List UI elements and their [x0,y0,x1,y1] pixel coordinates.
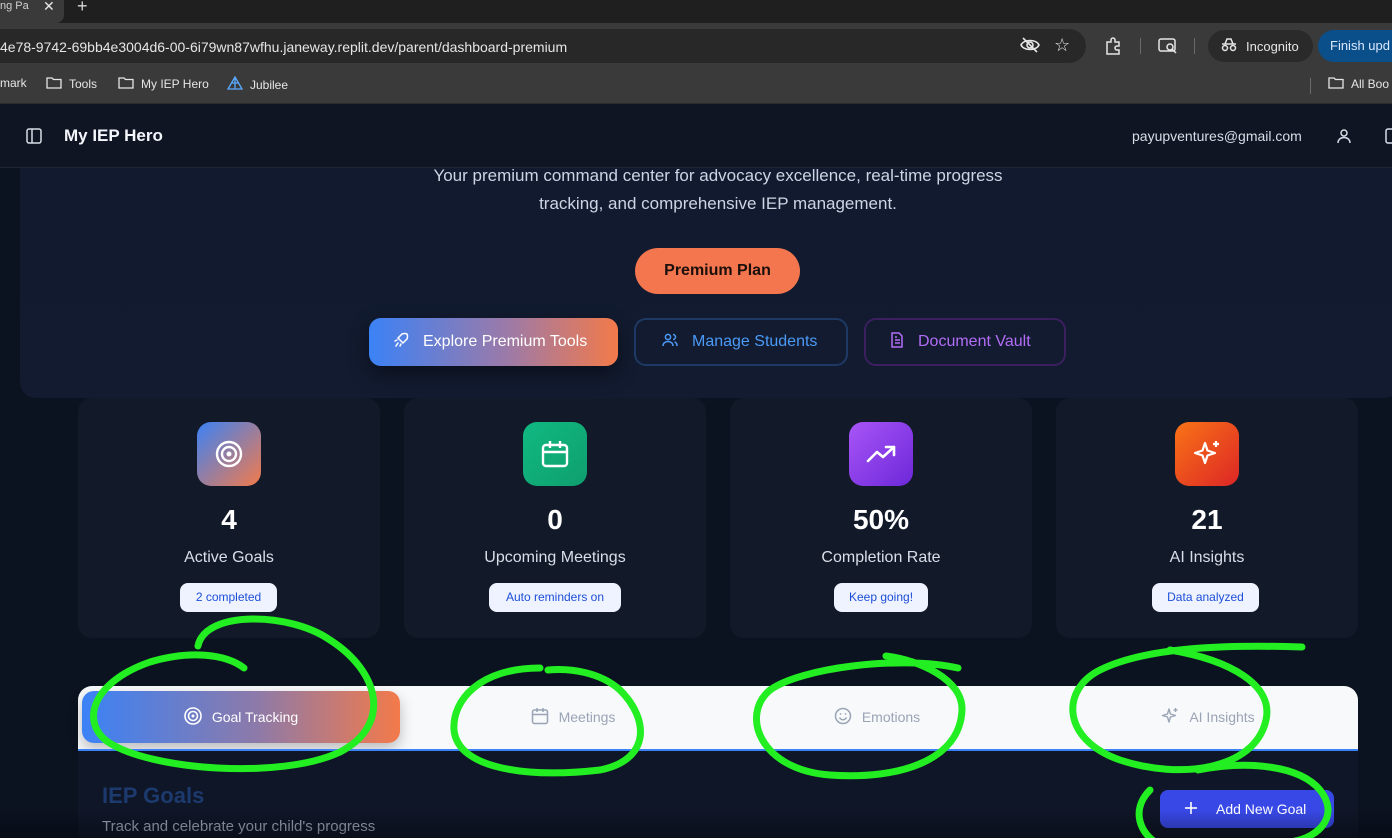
toolbar-divider [1140,38,1141,54]
trending-up-icon [849,422,913,486]
rocket-icon [393,332,409,353]
stat-card-ai-insights: 21 AI Insights Data analyzed [1056,398,1358,638]
tab-label: AI Insights [1189,709,1255,725]
sparkles-icon [1161,707,1179,728]
incognito-icon [1220,37,1238,55]
stat-label: Completion Rate [821,549,941,566]
address-bar[interactable]: 4e78-9742-69bb4e3004d6-00-6i79wn87wfhu.j… [0,29,1086,63]
section-tabs: Goal Tracking Meetings Emotions AI Insig… [78,686,1358,750]
plus-icon [1184,801,1198,818]
document-vault-label: Document Vault [918,333,1031,350]
users-icon [662,332,678,353]
premium-plan-badge: Premium Plan [635,248,800,294]
stat-value: 0 [547,504,563,535]
sparkles-icon [1175,422,1239,486]
address-url[interactable]: 4e78-9742-69bb4e3004d6-00-6i79wn87wfhu.j… [0,39,567,55]
hero-subtitle: Your premium command center for advocacy… [0,162,1392,218]
app-title: My IEP Hero [64,126,163,145]
extensions-icon[interactable] [1104,37,1122,55]
calendar-icon [523,422,587,486]
tab-search-icon[interactable] [1158,37,1178,55]
new-tab-icon[interactable]: + [77,0,88,17]
tab-goal-tracking[interactable]: Goal Tracking [82,691,400,743]
browser-tab[interactable]: ng Pa ✕ [0,0,64,23]
stat-label: AI Insights [1169,549,1245,566]
folder-icon [118,76,134,92]
tab-meetings[interactable]: Meetings [448,691,698,743]
bookmark-jubilee[interactable]: Jubilee [226,75,289,93]
jubilee-icon [226,75,244,93]
manage-students-label: Manage Students [692,333,818,350]
bookmark-label: mark [0,76,27,90]
stat-value: 21 [1191,504,1223,535]
explore-premium-tools-label: Explore Premium Tools [423,333,588,350]
bookmark-tools[interactable]: Tools [46,76,97,92]
goals-subtitle: Track and celebrate your child's progres… [102,818,376,835]
tab-label: Goal Tracking [211,709,299,725]
add-new-goal-label: Add New Goal [1216,801,1307,817]
tab-label: Emotions [861,709,921,725]
document-icon [890,331,904,353]
bookmark-label: My IEP Hero [141,77,209,91]
star-icon[interactable]: ☆ [1054,35,1070,56]
tab-ai-insights[interactable]: AI Insights [1083,691,1333,743]
bookmark-item[interactable]: mark [0,76,27,90]
hero-subtitle-line: tracking, and comprehensive IEP manageme… [539,194,897,213]
stat-badge: 2 completed [180,583,277,612]
user-email: payupventures@gmail.com [1132,128,1302,144]
browser-tabstrip: ng Pa ✕ + [0,0,1392,23]
tab-emotions[interactable]: Emotions [752,691,1002,743]
sidebar-toggle-icon[interactable] [26,128,42,144]
incognito-label: Incognito [1246,38,1299,54]
stat-badge: Auto reminders on [489,583,621,612]
close-icon[interactable]: ✕ [43,0,55,15]
folder-icon [46,76,62,92]
hero-subtitle-line: Your premium command center for advocacy… [433,166,1003,185]
goals-title: IEP Goals [102,783,205,808]
bookmark-label: Tools [69,77,98,91]
stat-badge: Data analyzed [1152,583,1259,612]
logout-icon[interactable] [1385,128,1392,144]
incognito-indicator[interactable]: Incognito [1208,30,1313,62]
stat-value: 4 [221,504,237,535]
finish-update-button[interactable]: Finish upd [1318,30,1392,62]
explore-premium-tools-button[interactable]: Explore Premium Tools [369,318,618,366]
stat-label: Upcoming Meetings [484,549,626,566]
browser-tab-title: ng Pa [0,0,29,12]
target-icon [197,422,261,486]
stat-card-completion-rate: 50% Completion Rate Keep going! [730,398,1032,638]
all-bookmarks-label: All Boo [1351,77,1390,91]
stat-card-upcoming-meetings: 0 Upcoming Meetings Auto reminders on [404,398,706,638]
toolbar-divider [1194,38,1195,54]
stat-card-active-goals: 4 Active Goals 2 completed [78,398,380,638]
all-bookmarks[interactable]: All Boo [1328,76,1389,92]
user-icon[interactable] [1336,128,1352,144]
stat-badge: Keep going! [834,583,928,612]
stat-label: Active Goals [184,549,274,566]
bookmark-label: Jubilee [250,77,289,92]
manage-students-button[interactable]: Manage Students [634,318,848,366]
document-vault-button[interactable]: Document Vault [864,318,1066,366]
calendar-icon [531,707,549,728]
eye-off-icon[interactable] [1020,37,1040,53]
smile-icon [834,707,852,728]
browser-toolbar: 4e78-9742-69bb4e3004d6-00-6i79wn87wfhu.j… [0,23,1392,69]
folder-icon [1328,76,1344,92]
bookmarks-divider [1310,78,1311,94]
stat-value: 50% [852,504,910,535]
bookmark-my-iep-hero[interactable]: My IEP Hero [118,76,209,92]
add-new-goal-button[interactable]: Add New Goal [1160,790,1334,828]
bookmarks-bar: mark Tools My IEP Hero Jubilee All Boo [0,69,1392,104]
app-header: My IEP Hero payupventures@gmail.com [0,104,1392,168]
tab-label: Meetings [558,709,616,725]
target-icon [184,706,202,728]
